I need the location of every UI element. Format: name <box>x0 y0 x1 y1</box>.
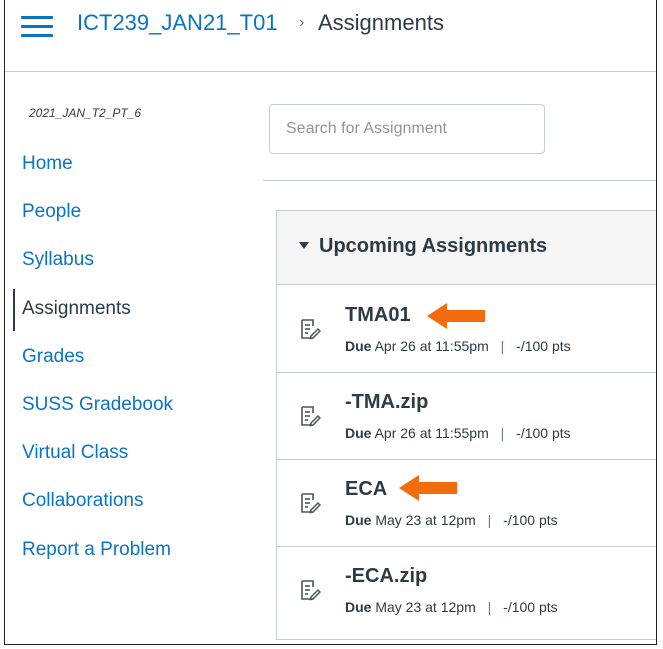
arrow-left-icon <box>399 475 457 501</box>
assignment-meta: Due May 23 at 12pm | -/100 pts <box>345 512 558 528</box>
due-label: Due <box>345 338 372 354</box>
breadcrumb-current: Assignments <box>318 10 444 35</box>
assignment-icon <box>301 493 321 514</box>
sidebar-item-collaborations[interactable]: Collaborations <box>13 479 243 527</box>
sidebar-item-home[interactable]: Home <box>13 142 243 190</box>
assignment-row[interactable]: ECA Due May 23 at 12pm | -/100 pts <box>277 460 656 547</box>
due-date: May 23 at 12pm <box>375 512 476 528</box>
assignment-icon <box>301 580 321 601</box>
points: -/100 pts <box>503 512 558 528</box>
sidebar-item-assignments[interactable]: Assignments <box>13 287 243 335</box>
search-input[interactable] <box>269 104 545 154</box>
arrow-left-icon <box>427 303 485 329</box>
assignment-title-link[interactable]: TMA01 <box>345 304 411 327</box>
due-label: Due <box>345 425 372 441</box>
breadcrumb-separator-icon: › <box>299 14 305 31</box>
meta-separator: | <box>500 338 505 354</box>
points: -/100 pts <box>516 338 571 354</box>
sidebar-item-people[interactable]: People <box>13 190 243 238</box>
sidebar-item-syllabus[interactable]: Syllabus <box>13 238 243 286</box>
points: -/100 pts <box>516 425 571 441</box>
assignment-row[interactable]: TMA01 Due Apr 26 at 11:55pm | -/100 pts <box>277 286 656 373</box>
assignment-group-header[interactable]: Upcoming Assignments <box>277 211 656 285</box>
top-header: ICT239_JAN21_T01 › Assignments <box>5 0 656 72</box>
course-term: 2021_JAN_T2_PT_6 <box>29 106 142 120</box>
due-date: Apr 26 at 11:55pm <box>374 425 489 441</box>
assignment-meta: Due Apr 26 at 11:55pm | -/100 pts <box>345 425 571 441</box>
assignment-title-link[interactable]: -ECA.zip <box>345 565 427 588</box>
assignment-meta: Due Apr 26 at 11:55pm | -/100 pts <box>345 338 571 354</box>
meta-separator: | <box>487 512 492 528</box>
hamburger-icon[interactable] <box>21 14 53 38</box>
points: -/100 pts <box>503 599 558 615</box>
due-label: Due <box>345 599 372 615</box>
meta-separator: | <box>487 599 492 615</box>
assignment-icon <box>301 406 321 427</box>
caret-down-icon[interactable] <box>299 242 309 249</box>
due-date: May 23 at 12pm <box>375 599 476 615</box>
assignment-meta: Due May 23 at 12pm | -/100 pts <box>345 599 558 615</box>
sidebar-item-suss-gradebook[interactable]: SUSS Gradebook <box>13 383 243 431</box>
assignment-row[interactable]: -TMA.zip Due Apr 26 at 11:55pm | -/100 p… <box>277 373 656 460</box>
assignment-group-title: Upcoming Assignments <box>319 235 548 257</box>
assignment-icon <box>301 319 321 340</box>
canvas-page: ICT239_JAN21_T01 › Assignments 2021_JAN_… <box>4 0 657 645</box>
assignment-title-link[interactable]: -TMA.zip <box>345 391 428 414</box>
sidebar-item-virtual-class[interactable]: Virtual Class <box>13 431 243 479</box>
assignment-row[interactable]: -ECA.zip Due May 23 at 12pm | -/100 pts <box>277 547 656 634</box>
divider <box>263 180 656 181</box>
sidebar-item-grades[interactable]: Grades <box>13 335 243 383</box>
course-nav: Home People Syllabus Assignments Grades … <box>13 142 243 576</box>
meta-separator: | <box>500 425 505 441</box>
assignment-title-link[interactable]: ECA <box>345 478 387 501</box>
assignment-group: Upcoming Assignments TMA01 Due Apr 26 at… <box>276 210 656 640</box>
breadcrumb-course-link[interactable]: ICT239_JAN21_T01 <box>77 10 278 36</box>
sidebar-item-report-a-problem[interactable]: Report a Problem <box>13 528 243 576</box>
due-label: Due <box>345 512 372 528</box>
due-date: Apr 26 at 11:55pm <box>374 338 489 354</box>
